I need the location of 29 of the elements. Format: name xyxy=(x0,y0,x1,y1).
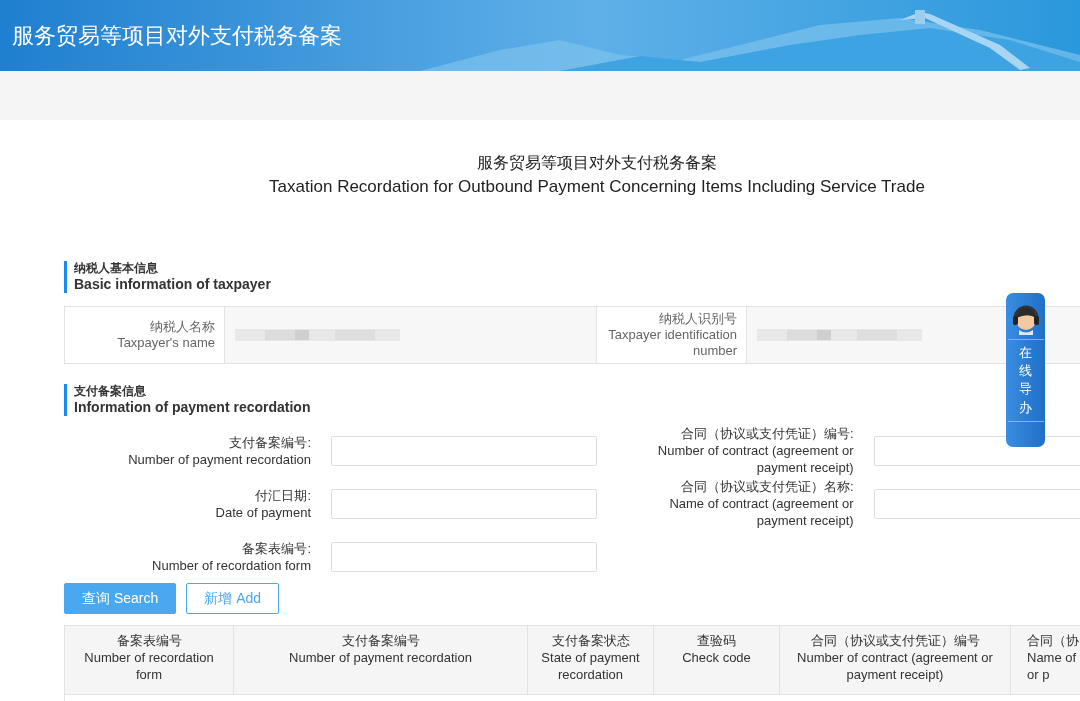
input-field[interactable] xyxy=(331,488,597,519)
column-header: 合同（协 Name of or p xyxy=(1011,626,1080,694)
add-button[interactable]: 新增 Add xyxy=(186,583,280,614)
field-label: 纳税人识别号 Taxpayer identification number xyxy=(607,311,737,359)
input-field[interactable] xyxy=(873,435,1080,466)
field-label: 合同（协议或支付凭证）名称: Name of contract (agreement or payment receipt) xyxy=(668,478,854,529)
column-header: 合同（协议或支付凭证）编号 Number of contract (agreement or payment receipt) xyxy=(780,626,1011,694)
header-title: 服务贸易等项目对外支付税务备案 xyxy=(12,21,342,50)
field-label: 付汇日期: Date of payment xyxy=(214,486,311,521)
page-subtitle: Taxation Recordation for Outbound Payment Concerning Items Including Service Trade xyxy=(268,176,926,198)
page-title: 服务贸易等项目对外支付税务备案 xyxy=(476,152,718,174)
field-label: 合同（协议或支付凭证）编号: Number of contract (agreement or payment receipt) xyxy=(656,425,854,476)
section-heading: 支付备案信息 xyxy=(74,384,147,399)
input-field[interactable] xyxy=(331,541,597,572)
column-header: 备案表编号 Number of recordation form xyxy=(65,626,234,694)
input-field[interactable] xyxy=(873,488,1080,519)
section-heading: Basic information of taxpayer xyxy=(74,276,271,293)
field-label: 备案表编号: Number of recordation form xyxy=(151,539,311,574)
field-label: 支付备案编号: Number of payment recordation xyxy=(127,433,311,468)
search-button[interactable]: 查询 Search xyxy=(64,583,177,614)
online-help-widget[interactable]: 在线导办 xyxy=(1006,293,1045,447)
column-header: 支付备案状态 State of payment recordation xyxy=(528,626,654,694)
column-header: 查验码 Check code xyxy=(654,626,780,694)
section-heading: Information of payment recordation xyxy=(74,399,311,416)
column-header: 支付备案编号 Number of payment recordation xyxy=(234,626,528,694)
section-heading: 纳税人基本信息 xyxy=(74,261,159,276)
input-field[interactable] xyxy=(331,435,597,466)
widget-label: 在线导办 xyxy=(1019,344,1032,417)
field-label: 纳税人名称 Taxpayer's name xyxy=(117,319,215,351)
